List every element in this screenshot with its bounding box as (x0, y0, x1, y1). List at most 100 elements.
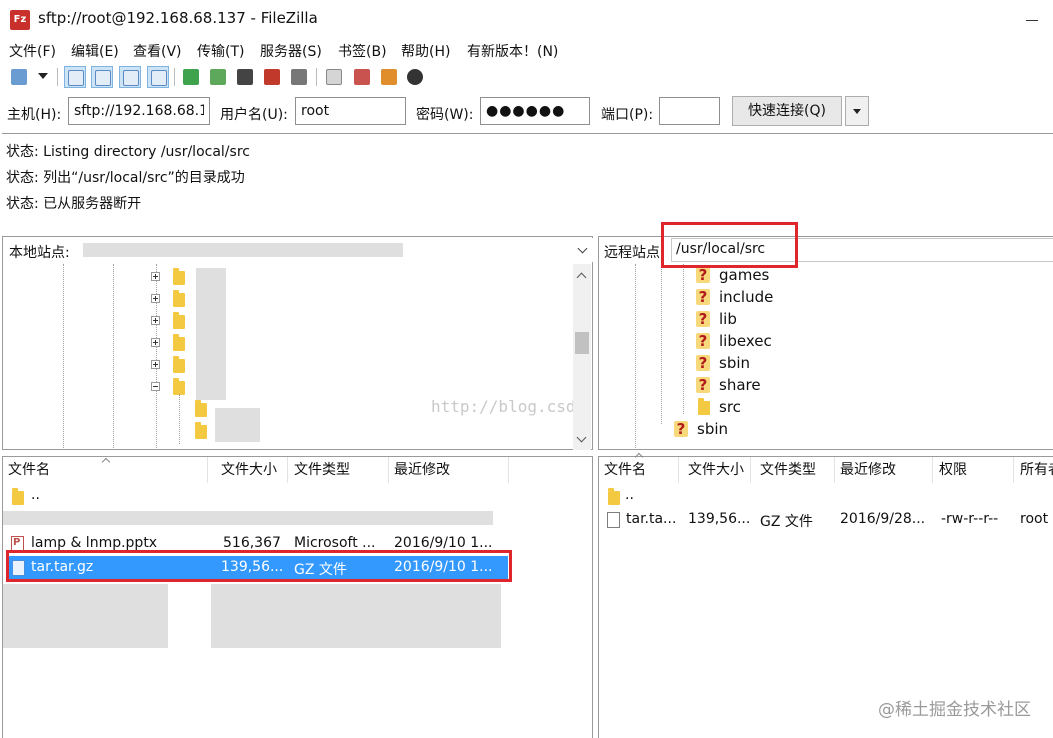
tree-guide (63, 264, 64, 450)
disconnect-button[interactable] (261, 66, 283, 88)
sync-browse-button[interactable] (378, 66, 400, 88)
layout-queue-icon (151, 70, 167, 86)
remote-col-owner[interactable]: 所有者 (1015, 457, 1053, 483)
scroll-thumb[interactable] (575, 332, 589, 354)
remote-file-modified: 2016/9/28... (840, 511, 926, 527)
folder-icon (173, 268, 185, 285)
search-icon (407, 69, 423, 85)
remote-col-size[interactable]: 文件大小 (683, 457, 751, 483)
toggle-log-button[interactable] (64, 66, 86, 88)
local-col-type[interactable]: 文件类型 (289, 457, 389, 483)
password-input[interactable] (480, 97, 590, 125)
filter-icon (326, 69, 342, 85)
local-site-dropdown-icon[interactable] (578, 245, 588, 255)
remote-tree-pane: 远程站点 /usr/local/src ? games ? include ? … (598, 236, 1053, 450)
reconnect-button[interactable] (288, 66, 310, 88)
remote-file-owner: root (1020, 511, 1049, 527)
menu-new-version[interactable]: 有新版本！(N) (467, 41, 558, 61)
redacted-rows (3, 584, 168, 648)
expand-icon[interactable] (151, 272, 160, 281)
site-manager-button[interactable] (8, 66, 30, 88)
remote-tree-item-selected[interactable]: src (719, 398, 741, 416)
expand-icon[interactable] (151, 338, 160, 347)
collapse-icon[interactable] (151, 382, 160, 391)
menu-transfer[interactable]: 传输(T) (197, 41, 244, 61)
username-input[interactable] (295, 97, 406, 125)
log-line: 状态: 列出“/usr/local/src”的目录成功 (6, 170, 245, 186)
local-file-name[interactable]: lamp & lnmp.pptx (31, 535, 211, 551)
remote-file-name[interactable]: .. (625, 487, 634, 503)
folder-icon (173, 378, 185, 395)
toggle-queue-button[interactable] (147, 66, 169, 88)
cancel-button[interactable] (234, 66, 256, 88)
unknown-folder-icon: ? (696, 267, 710, 283)
redacted-folders (196, 268, 226, 400)
host-input[interactable] (68, 97, 210, 125)
scroll-down-icon[interactable] (577, 434, 587, 444)
remote-tree-item[interactable]: libexec (719, 332, 772, 350)
remote-tree-item[interactable]: games (719, 266, 769, 284)
remote-tree-item[interactable]: include (719, 288, 773, 306)
remote-col-type[interactable]: 文件类型 (755, 457, 835, 483)
remote-file-size: 139,56... (688, 511, 751, 527)
unknown-folder-icon: ? (696, 311, 710, 327)
site-manager-icon (11, 69, 27, 85)
compare-button[interactable] (351, 66, 373, 88)
filter-button[interactable] (323, 66, 345, 88)
process-queue-button[interactable] (207, 66, 229, 88)
corner-watermark: @稀土掘金技术社区 (878, 700, 1031, 720)
remote-col-modified[interactable]: 最近修改 (835, 457, 933, 483)
local-col-size[interactable]: 文件大小 (216, 457, 288, 483)
menu-edit[interactable]: 编辑(E) (71, 41, 119, 61)
folder-icon (173, 334, 185, 351)
toolbar-separator (174, 68, 175, 86)
port-input[interactable] (659, 97, 720, 125)
toggle-local-tree-button[interactable] (91, 66, 113, 88)
remote-tree-item[interactable]: sbin (697, 420, 728, 438)
remote-file-type: GZ 文件 (760, 514, 813, 530)
layout-tree-icon (95, 70, 111, 86)
toolbar-separator (316, 68, 317, 86)
folder-icon (173, 312, 185, 329)
refresh-icon (183, 69, 199, 85)
menu-bookmarks[interactable]: 书签(B) (338, 41, 387, 61)
remote-tree-item[interactable]: share (719, 376, 761, 394)
remote-tree: ? games ? include ? lib ? libexec ? sbin… (599, 264, 1053, 450)
menu-server[interactable]: 服务器(S) (260, 41, 322, 61)
expand-icon[interactable] (151, 360, 160, 369)
local-tree-scrollbar[interactable] (573, 264, 591, 450)
remote-tree-item[interactable]: sbin (719, 354, 750, 372)
local-file-modified: 2016/9/10 1... (394, 535, 493, 551)
toolbar-separator (57, 68, 58, 86)
unknown-folder-icon: ? (696, 289, 710, 305)
search-button[interactable] (404, 66, 426, 88)
parent-folder-icon (12, 488, 24, 505)
site-manager-dropdown-icon[interactable] (38, 73, 48, 79)
menu-view[interactable]: 查看(V) (133, 41, 182, 61)
expand-icon[interactable] (151, 316, 160, 325)
local-site-input[interactable] (78, 238, 593, 262)
remote-file-permissions: -rw-r--r-- (941, 511, 999, 527)
window-title: sftp://root@192.168.68.137 - FileZilla (38, 9, 318, 27)
remote-file-name[interactable]: tar.ta... (626, 511, 684, 527)
local-file-name[interactable]: .. (31, 487, 40, 503)
refresh-button[interactable] (180, 66, 202, 88)
menu-help[interactable]: 帮助(H) (401, 41, 450, 61)
title-bar: Fz sftp://root@192.168.68.137 - FileZill… (0, 0, 1053, 40)
tree-guide (113, 264, 114, 450)
expand-icon[interactable] (151, 294, 160, 303)
remote-col-permissions[interactable]: 权限 (934, 457, 1014, 483)
highlight-box-local-file (6, 550, 512, 582)
tree-guide (156, 264, 157, 450)
toggle-remote-tree-button[interactable] (119, 66, 141, 88)
folder-icon (195, 400, 207, 417)
scroll-up-icon[interactable] (577, 270, 587, 280)
reconnect-icon (291, 69, 307, 85)
quickconnect-history-dropdown[interactable] (845, 96, 869, 126)
minimize-button[interactable] (1022, 10, 1042, 30)
menu-file[interactable]: 文件(F) (9, 41, 56, 61)
quickconnect-button[interactable]: 快速连接(Q) (732, 96, 842, 126)
local-col-modified[interactable]: 最近修改 (389, 457, 509, 483)
local-tree-pane: 本地站点: http://blog.csdn.net/ (2, 236, 593, 450)
remote-tree-item[interactable]: lib (719, 310, 737, 328)
